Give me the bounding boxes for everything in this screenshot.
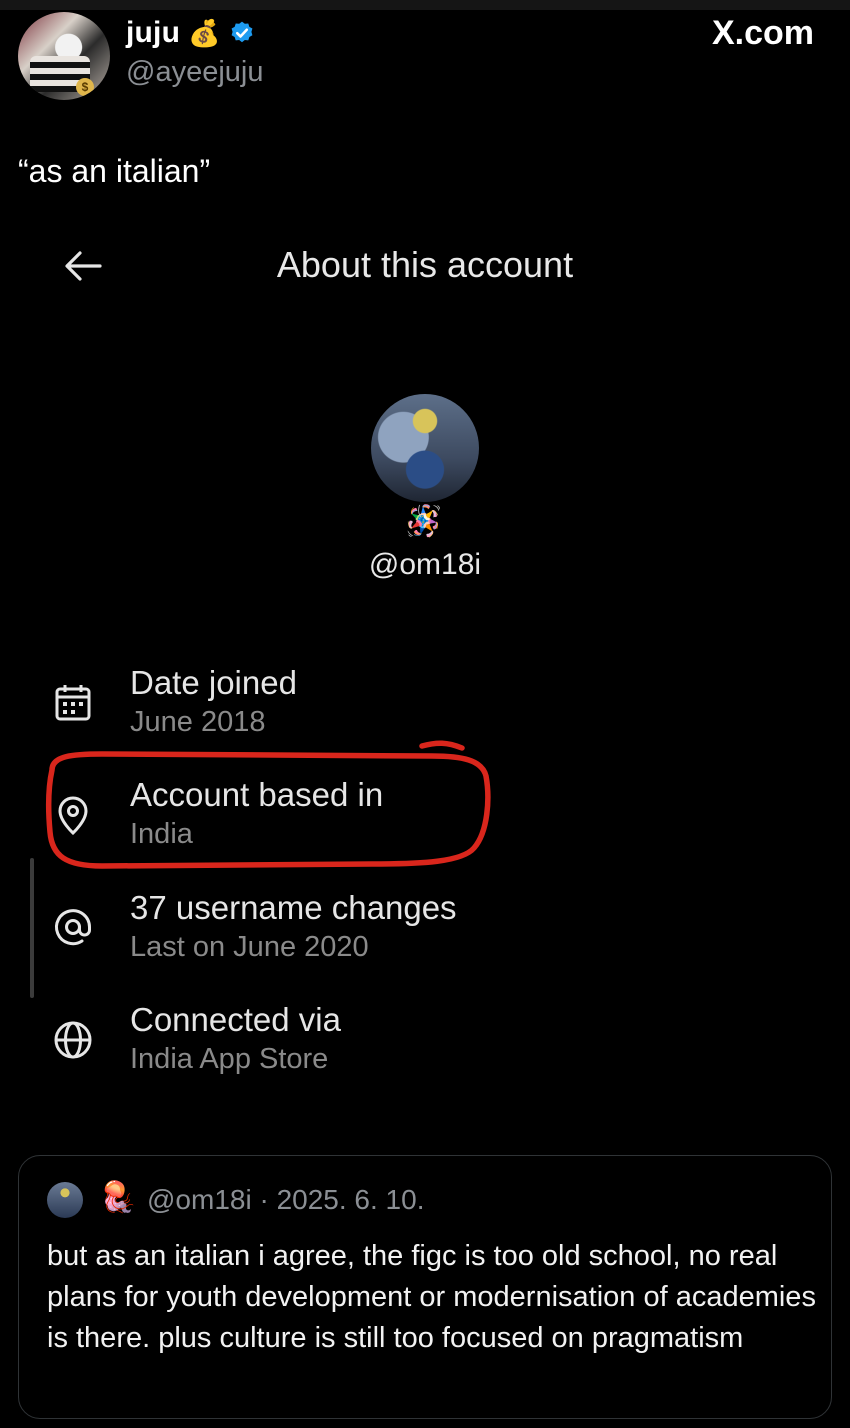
author-name-row[interactable]: juju 💰 xyxy=(126,16,255,50)
author-avatar[interactable]: $ xyxy=(18,12,110,100)
globe-icon xyxy=(54,1021,92,1059)
connected-via-label: Connected via xyxy=(130,1001,341,1038)
quoted-tweet[interactable]: 🪼 @om18i · 2025. 6. 10. but as an italia… xyxy=(18,1155,832,1419)
verified-badge-icon xyxy=(231,21,252,43)
at-sign-icon xyxy=(55,909,91,946)
quoted-handle-and-date[interactable]: @om18i · 2025. 6. 10. xyxy=(147,1184,424,1216)
x-com-watermark: X.com xyxy=(711,14,814,52)
quoted-tweet-text: but as an italian i agree, the figc is t… xyxy=(47,1240,816,1354)
profile-handle: @om18i xyxy=(0,548,850,582)
profile-handle-text: @om18i xyxy=(368,548,482,581)
profile-emoji: 🪅 xyxy=(405,505,443,538)
tweet-text: “as an italian” xyxy=(18,153,211,189)
connected-via-value: India App Store xyxy=(130,1043,329,1075)
username-changes-value: Last on June 2020 xyxy=(130,931,369,963)
about-account-title-text: About this account xyxy=(276,244,574,285)
profile-picture[interactable] xyxy=(371,394,479,502)
username-changes-label: 37 username changes xyxy=(130,889,457,926)
avatar-coin-badge: $ xyxy=(76,78,94,96)
red-highlight-circle xyxy=(45,740,491,869)
money-bag-emoji: 💰 xyxy=(188,18,221,48)
calendar-icon xyxy=(55,685,91,721)
top-edge-bar xyxy=(0,0,850,10)
author-handle[interactable]: @ayeejuju xyxy=(126,56,263,89)
author-name[interactable]: juju xyxy=(126,16,180,50)
scroll-indicator xyxy=(30,858,34,998)
about-account-title: About this account xyxy=(0,244,850,286)
date-joined-value: June 2018 xyxy=(130,706,266,738)
jellyfish-emoji: 🪼 xyxy=(99,1181,137,1214)
quoted-author-avatar[interactable] xyxy=(47,1182,83,1218)
date-joined-label: Date joined xyxy=(130,664,297,701)
